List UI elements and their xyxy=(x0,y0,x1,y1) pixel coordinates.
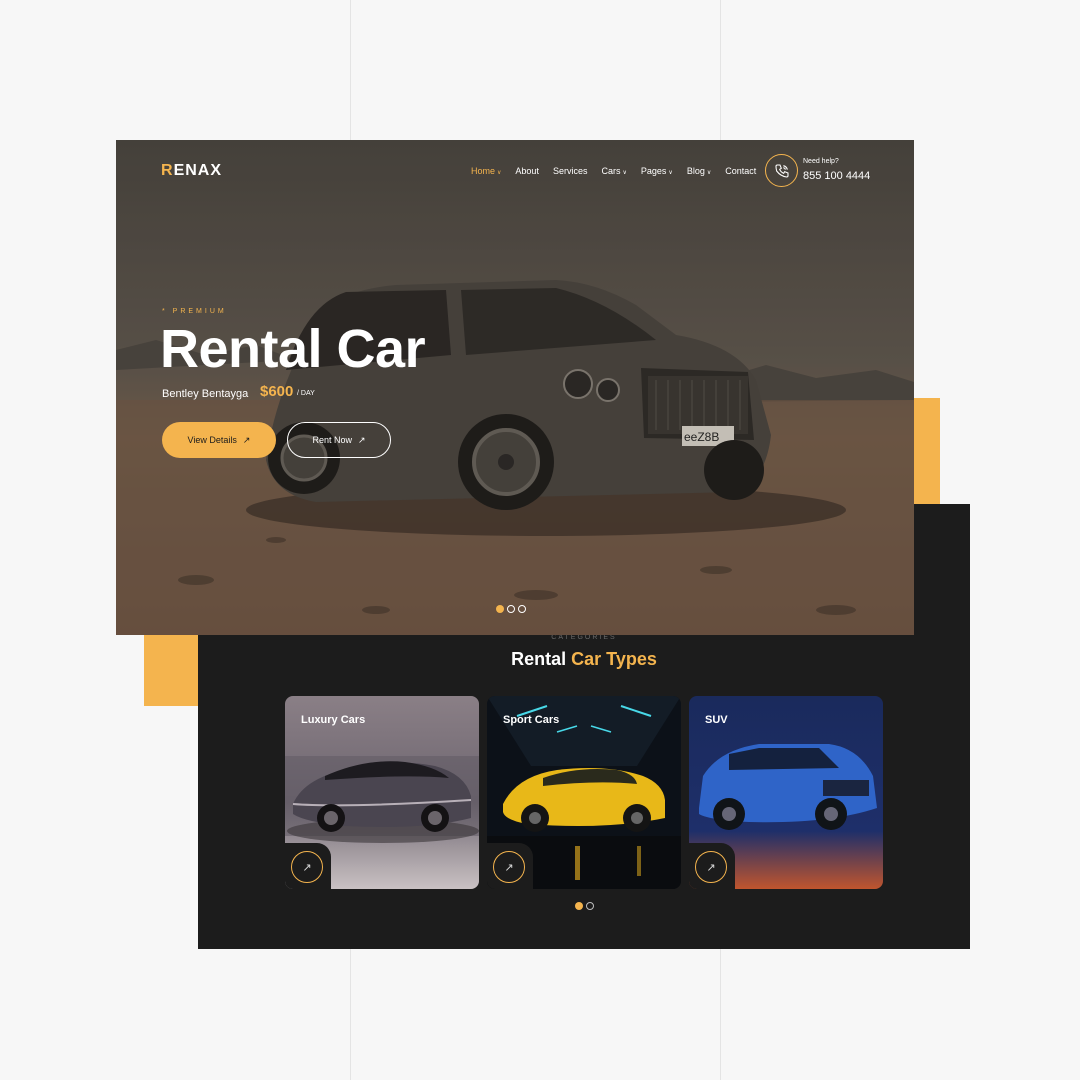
nav-item-label: Pages xyxy=(640,166,667,176)
hero-slider-pagination xyxy=(496,605,526,613)
nav-item-contact[interactable]: Contact xyxy=(725,166,756,176)
arrow-up-right-icon[interactable]: ↗ xyxy=(695,851,727,883)
nav-item-label: Blog xyxy=(686,166,705,176)
main-nav: Home ∨ About Services Cars ∨ Pages ∨ Blog ∨ … xyxy=(471,166,756,176)
categories-title-accent: Car Types xyxy=(571,649,657,669)
hero-title: Rental Car xyxy=(160,319,426,379)
pagination-dot-active[interactable] xyxy=(574,902,583,910)
phone-icon[interactable] xyxy=(765,154,798,187)
category-cards: Luxury Cars ↗ Sport Cars ↗ SUV ↗ xyxy=(285,696,883,889)
chevron-down-icon: ∨ xyxy=(668,170,673,176)
nav-item-pages[interactable]: Pages ∨ xyxy=(641,166,673,176)
hero-price-unit: / DAY xyxy=(297,390,315,397)
hero-eyebrow: * PREMIUM xyxy=(162,308,227,315)
logo-rest: ENAX xyxy=(173,162,223,179)
arrow-up-right-icon: ↗ xyxy=(357,434,366,445)
nav-item-label: Home xyxy=(471,166,496,176)
brand-logo[interactable]: RENAX xyxy=(161,162,222,180)
category-card-sport[interactable]: Sport Cars ↗ xyxy=(487,696,681,889)
chevron-down-icon: ∨ xyxy=(706,170,712,176)
category-label: SUV xyxy=(705,714,728,726)
nav-item-about[interactable]: About xyxy=(515,166,539,176)
help-phone-number[interactable]: 855 100 4444 xyxy=(803,170,870,182)
category-label: Sport Cars xyxy=(503,714,560,726)
rent-now-button[interactable]: Rent Now ↗ xyxy=(287,422,391,458)
categories-eyebrow: CATEGORIES xyxy=(551,634,617,641)
category-card-suv[interactable]: SUV ↗ xyxy=(689,696,883,889)
category-label: Luxury Cars xyxy=(301,714,366,726)
logo-first-letter: R xyxy=(161,162,174,179)
pagination-dot[interactable] xyxy=(585,902,594,910)
nav-item-label: Contact xyxy=(725,166,757,176)
hero-car-model: Bentley Bentayga xyxy=(162,388,249,400)
nav-item-label: Services xyxy=(552,166,588,176)
help-label: Need help? xyxy=(803,158,839,165)
nav-item-cars[interactable]: Cars ∨ xyxy=(601,166,626,176)
nav-item-label: About xyxy=(515,166,539,176)
rent-now-label: Rent Now xyxy=(312,435,352,445)
arrow-up-right-icon[interactable]: ↗ xyxy=(291,851,323,883)
view-details-label: View Details xyxy=(187,435,237,445)
chevron-down-icon: ∨ xyxy=(622,170,627,176)
arrow-up-right-icon: ↗ xyxy=(242,434,251,445)
nav-item-services[interactable]: Services xyxy=(553,166,588,176)
slide-dot-active[interactable] xyxy=(496,605,504,613)
category-pagination xyxy=(198,902,970,910)
slide-dot[interactable] xyxy=(518,605,526,613)
nav-item-home[interactable]: Home ∨ xyxy=(471,166,501,176)
chevron-down-icon: ∨ xyxy=(497,170,502,176)
view-details-button[interactable]: View Details ↗ xyxy=(162,422,276,458)
hero-section: eeZ8B RENAX Home ∨ About Services Cars ∨ P… xyxy=(116,140,914,635)
nav-item-label: Cars xyxy=(601,166,621,176)
hero-price: $600 xyxy=(260,383,294,400)
category-card-luxury[interactable]: Luxury Cars ↗ xyxy=(285,696,479,889)
slide-dot[interactable] xyxy=(507,605,515,613)
nav-item-blog[interactable]: Blog ∨ xyxy=(687,166,711,176)
arrow-up-right-icon[interactable]: ↗ xyxy=(493,851,525,883)
categories-title-plain: Rental xyxy=(511,649,572,669)
categories-title: Rental Car Types xyxy=(198,649,970,670)
